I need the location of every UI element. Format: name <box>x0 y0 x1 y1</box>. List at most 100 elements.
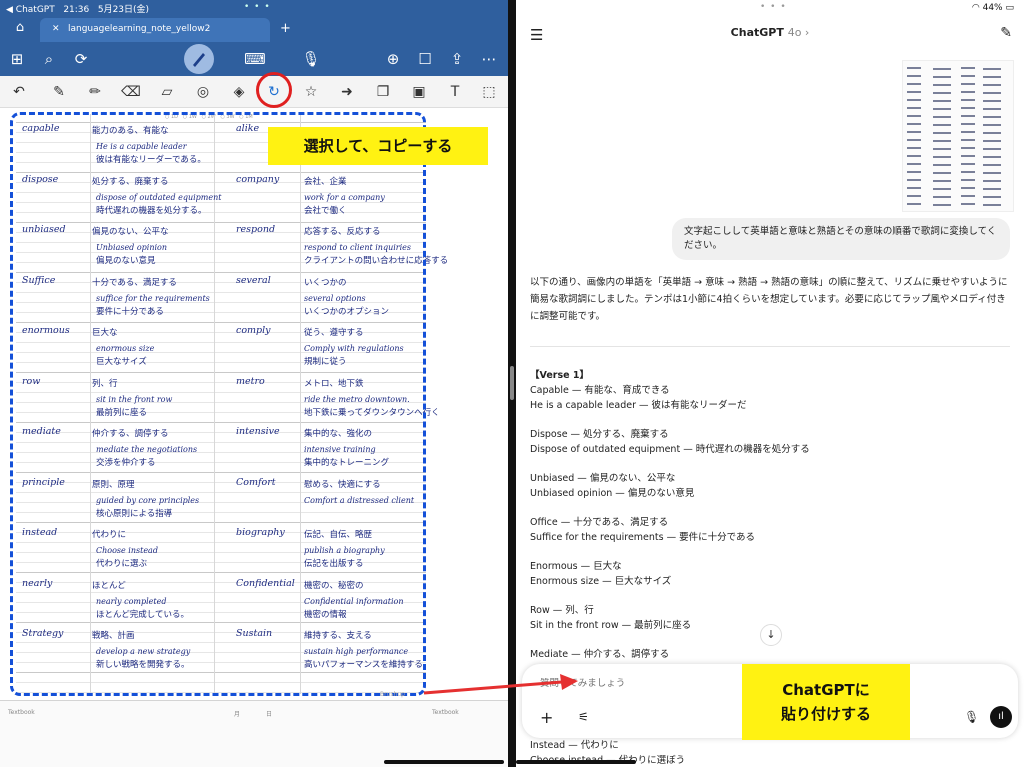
lasso-selection[interactable] <box>10 112 426 696</box>
thumbnail-text-stroke <box>983 124 1001 126</box>
divider-grip[interactable] <box>510 366 514 400</box>
home-indicator[interactable] <box>516 760 636 764</box>
thumbnail-text-stroke <box>961 179 975 181</box>
sticker-icon[interactable]: ☆ <box>300 81 322 103</box>
pen-icon[interactable]: ✎ <box>48 81 70 103</box>
thumbnail-text-stroke <box>961 139 975 141</box>
verse-title: 【Verse 1】 <box>530 370 589 381</box>
thumbnail-text-stroke <box>983 180 1001 182</box>
lyric-gap <box>530 545 1010 559</box>
add-page-icon[interactable]: ⊕ <box>382 48 404 70</box>
thumbnail-text-stroke <box>907 75 921 77</box>
uploaded-image-thumbnail[interactable] <box>902 60 1014 212</box>
thumbnail-text-stroke <box>983 116 1001 118</box>
thumbnail-text-stroke <box>907 163 921 165</box>
shape-icon[interactable]: ◎ <box>192 81 214 103</box>
multitask-dots[interactable]: • • • <box>244 2 271 12</box>
scroll-down-button[interactable]: ↓ <box>760 624 782 646</box>
assistant-lyrics: 【Verse 1】 Capable — 有能な、育成できる He is a cap… <box>530 368 1010 662</box>
status-bar-right: ◠ 44% ▭ <box>972 3 1014 13</box>
search-icon[interactable]: ⌕ <box>38 48 60 70</box>
tab-document[interactable]: ✕ languagelearning_note_yellow2 <box>40 18 270 42</box>
thumbnail-text-stroke <box>933 116 951 118</box>
image-crop-icon[interactable]: ◈ <box>228 81 250 103</box>
thumbnail-text-stroke <box>907 139 921 141</box>
thumbnail-text-stroke <box>961 203 975 205</box>
thumbnail-text-stroke <box>983 108 1001 110</box>
laser-icon[interactable]: ➜ <box>336 81 358 103</box>
thumbnail-text-stroke <box>983 84 1001 86</box>
thumbnail-text-stroke <box>961 195 975 197</box>
model-selector[interactable]: 4o › <box>788 26 810 39</box>
thumbnail-text-stroke <box>933 188 951 190</box>
home-icon[interactable]: ⌂ <box>8 20 32 38</box>
tools-icon[interactable]: ⚟ <box>578 710 589 724</box>
thumbnail-text-stroke <box>961 171 975 173</box>
lyric-gap <box>530 413 1010 427</box>
thumbnail-text-stroke <box>907 131 921 133</box>
lyric-line: Mediate — 仲介する、調停する <box>530 649 670 660</box>
thumbnail-text-stroke <box>983 68 1001 70</box>
grid-view-icon[interactable]: ⊞ <box>6 48 28 70</box>
chat-title[interactable]: ChatGPT 4o › <box>516 26 1024 39</box>
thumbnail-text-stroke <box>907 147 921 149</box>
status-date: 5月23日(金) <box>97 5 150 15</box>
share-icon[interactable]: ⇪ <box>446 48 468 70</box>
close-tab-icon[interactable]: ✕ <box>52 24 60 34</box>
message-input[interactable] <box>540 678 740 689</box>
thumbnail-text-stroke <box>961 147 975 149</box>
brand-watermark: Brushup <box>380 691 405 698</box>
more-icon[interactable]: ⋯ <box>478 48 500 70</box>
back-to-chatgpt-link[interactable]: ◀ ChatGPT <box>6 5 55 15</box>
bookmark-icon[interactable]: ☐ <box>414 48 436 70</box>
split-view-divider[interactable] <box>508 0 516 767</box>
select-icon[interactable]: ⬚ <box>478 81 500 103</box>
add-tab-button[interactable]: + <box>280 21 291 36</box>
thumbnail-text-stroke <box>933 68 951 70</box>
copy-callout: 選択して、コピーする <box>268 127 488 165</box>
drawing-toolbar: ↶ ✎ ✏ ⌫ ▱ ◎ ◈ ↻ ☆ ➜ ❐ ▣ T ⬚ <box>0 76 508 108</box>
thumbnail-text-stroke <box>933 172 951 174</box>
lyric-gap <box>530 589 1010 603</box>
lyric-gap <box>530 501 1010 515</box>
thumbnail-text-stroke <box>983 164 1001 166</box>
thumbnail-text-stroke <box>961 99 975 101</box>
eraser-icon[interactable]: ⌫ <box>120 81 142 103</box>
lyric-line: He is a capable leader — 彼は有能なリーダーだ <box>530 400 747 411</box>
status-time: 21:36 <box>63 5 90 15</box>
thumbnail-text-stroke <box>961 163 975 165</box>
thumbnail-text-stroke <box>907 83 921 85</box>
image-icon[interactable]: ▣ <box>408 81 430 103</box>
thumbnail-text-stroke <box>961 155 975 157</box>
thumbnail-text-stroke <box>907 91 921 93</box>
add-attachment-icon[interactable]: + <box>540 708 553 727</box>
mic-icon[interactable]: 🎙 <box>964 710 979 724</box>
thumbnail-text-stroke <box>983 100 1001 102</box>
home-indicator[interactable] <box>384 760 504 764</box>
highlighter-icon[interactable]: ▱ <box>156 81 178 103</box>
multitask-dots[interactable]: • • • <box>760 2 787 12</box>
pen-mode-button[interactable] <box>184 44 214 74</box>
undo-icon[interactable]: ↶ <box>8 81 30 103</box>
keyboard-icon[interactable]: ⌨ <box>244 48 266 70</box>
thumbnail-text-stroke <box>907 99 921 101</box>
thumbnail-text-stroke <box>961 75 975 77</box>
mic-off-icon[interactable]: 🎙 <box>300 48 322 70</box>
lyric-line: Capable — 有能な、育成できる <box>530 385 670 396</box>
thumbnail-text-stroke <box>907 195 921 197</box>
lasso-select-icon[interactable]: ⟳ <box>70 48 92 70</box>
pencil-icon[interactable]: ✏ <box>84 81 106 103</box>
thumbnail-text-stroke <box>983 196 1001 198</box>
thumbnail-text-stroke <box>983 132 1001 134</box>
voice-mode-icon[interactable]: ıl <box>990 706 1012 728</box>
wifi-icon: ◠ <box>971 3 980 13</box>
copy-icon[interactable]: ❐ <box>372 81 394 103</box>
text-icon[interactable]: T <box>444 81 466 103</box>
thumbnail-text-stroke <box>933 204 951 206</box>
thumbnail-text-stroke <box>933 164 951 166</box>
thumbnail-text-stroke <box>983 148 1001 150</box>
tab-bar: ⌂ ✕ languagelearning_note_yellow2 + <box>0 16 508 42</box>
new-chat-icon[interactable]: ✎ <box>1000 25 1012 41</box>
next-page-strip: Textbook 月 日 Textbook Brushup <box>0 691 508 767</box>
thumbnail-text-stroke <box>933 92 951 94</box>
